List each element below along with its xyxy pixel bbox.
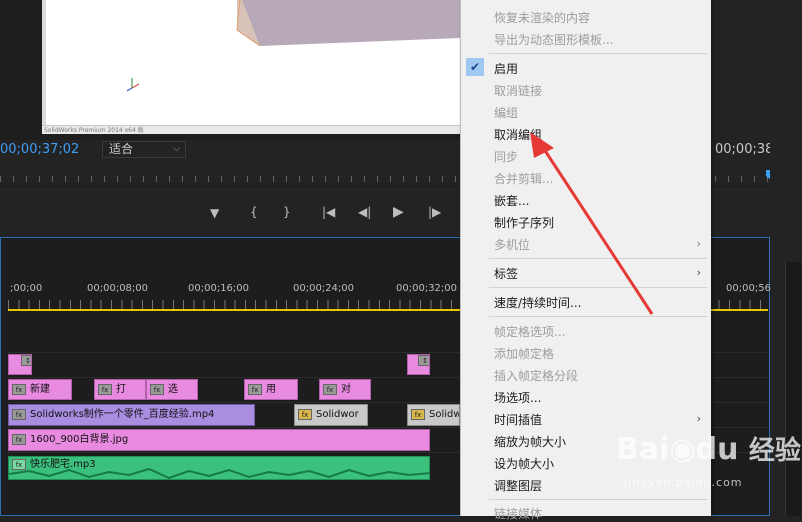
menu-item-restore-unrendered[interactable]: 恢复未渲染的内容 <box>494 9 590 26</box>
watermark-url: jingyan.baidu.com <box>624 476 743 489</box>
chevron-right-icon: › <box>696 266 701 279</box>
fx-icon: ↕ <box>21 355 31 366</box>
clip-audio[interactable]: fx 快乐肥宅.mp3 <box>8 456 430 480</box>
clip-v3-2[interactable]: ↕ <box>407 354 430 375</box>
fx-icon: fx <box>298 408 312 420</box>
step-forward-icon[interactable]: |▶ <box>428 205 441 219</box>
clip-v1-2[interactable]: fx Solidwor <box>294 404 368 426</box>
fx-icon: fx <box>411 408 425 420</box>
menu-item-insert-frame-hold-segment[interactable]: 插入帧定格分段 <box>494 367 578 384</box>
audio-waveform <box>9 467 429 479</box>
menu-item-link-media[interactable]: 链接媒体 <box>494 505 542 522</box>
clip-bg-image[interactable]: fx 1600_900白背景.jpg <box>8 429 430 451</box>
menu-item-add-frame-hold[interactable]: 添加帧定格 <box>494 345 554 362</box>
clip-v1-3[interactable]: fx Solidw <box>407 404 460 426</box>
fx-icon: fx <box>12 408 26 420</box>
checkmark-icon: ✔ <box>466 58 484 76</box>
menu-item-enable[interactable]: 启用 <box>494 60 518 77</box>
menu-item-export-motion-template[interactable]: 导出为动态图形模板... <box>494 31 613 48</box>
fx-icon: fx <box>248 383 262 395</box>
menu-item-time-interpolation[interactable]: 时间插值 <box>494 411 542 428</box>
menu-item-synchronize[interactable]: 同步 <box>494 148 518 165</box>
part-face <box>237 0 460 46</box>
mark-out-icon[interactable]: } <box>283 205 291 219</box>
baidu-watermark: Bai◉du 经验 jingyan.baidu.com <box>612 420 801 500</box>
clip-v2-text[interactable]: fx 打 <box>94 379 146 400</box>
ruler-label: 00;00;24;00 <box>293 283 355 294</box>
fx-icon: fx <box>98 383 112 395</box>
arrow-shaft <box>540 145 654 315</box>
fx-icon: fx <box>12 433 26 445</box>
add-marker-icon[interactable]: ▼ <box>210 206 219 220</box>
menu-item-frame-hold-options[interactable]: 帧定格选项... <box>494 323 565 340</box>
ruler-label: ;00;00 <box>10 283 43 294</box>
menu-item-group[interactable]: 编组 <box>494 104 518 121</box>
ruler-label: 00;00;16;00 <box>188 283 250 294</box>
menu-item-label[interactable]: 标签 <box>494 265 518 282</box>
play-icon[interactable]: ▶ <box>393 204 404 220</box>
fx-icon: fx <box>150 383 164 395</box>
clip-v1-main[interactable]: fx Solidworks制作一个零件_百度经验.mp4 <box>8 404 255 426</box>
paw-icon: ◉ <box>669 432 696 467</box>
annotation-arrow <box>530 132 654 315</box>
fx-icon: fx <box>323 383 337 395</box>
fx-icon: fx <box>12 383 26 395</box>
ruler-label: 00;00;56 <box>726 283 771 294</box>
go-to-in-icon[interactable]: |◀ <box>322 205 335 219</box>
fit-select-value: 适合 <box>109 142 134 156</box>
watermark-brand: Bai <box>616 432 670 467</box>
clip-v3-1[interactable]: ↕ <box>8 354 32 375</box>
current-timecode[interactable]: 00;00;37;02 <box>0 142 79 157</box>
viewport-status-bar: SolidWorks Premium 2014 x64 版 <box>42 125 460 134</box>
menu-item-unlink[interactable]: 取消链接 <box>494 82 542 99</box>
ruler-label: 00;00;32;00 <box>396 283 458 294</box>
clip-v2-text[interactable]: fx 选 <box>146 379 198 400</box>
step-back-icon[interactable]: ◀| <box>358 205 371 219</box>
chevron-right-icon: › <box>696 237 701 250</box>
menu-item-scale-to-frame[interactable]: 缩放为帧大小 <box>494 433 566 450</box>
fit-zoom-select[interactable]: 适合 ⌵ <box>102 141 186 158</box>
watermark-cn: 经验 <box>748 436 801 466</box>
menu-item-field-options[interactable]: 场选项... <box>494 389 541 406</box>
axis-triad-icon <box>126 78 140 92</box>
menu-separator <box>489 53 707 54</box>
monitor-viewport[interactable]: SolidWorks Premium 2014 x64 版 <box>42 0 460 134</box>
arrow-head-icon <box>530 132 554 158</box>
clip-v2-text[interactable]: fx 用 <box>244 379 298 400</box>
menu-item-adjustment-layer[interactable]: 调整图层 <box>494 477 542 494</box>
chevron-down-icon: ⌵ <box>173 144 180 154</box>
ruler-label: 00;00;08;00 <box>87 283 149 294</box>
mark-in-icon[interactable]: { <box>250 205 258 219</box>
menu-item-set-to-frame[interactable]: 设为帧大小 <box>494 455 554 472</box>
watermark-brand2: du <box>695 432 739 467</box>
solidworks-render <box>126 0 460 92</box>
fx-icon: ↕ <box>418 355 429 366</box>
clip-v2-text[interactable]: fx 新建 <box>8 379 72 400</box>
clip-v2-text[interactable]: fx 对 <box>319 379 371 400</box>
